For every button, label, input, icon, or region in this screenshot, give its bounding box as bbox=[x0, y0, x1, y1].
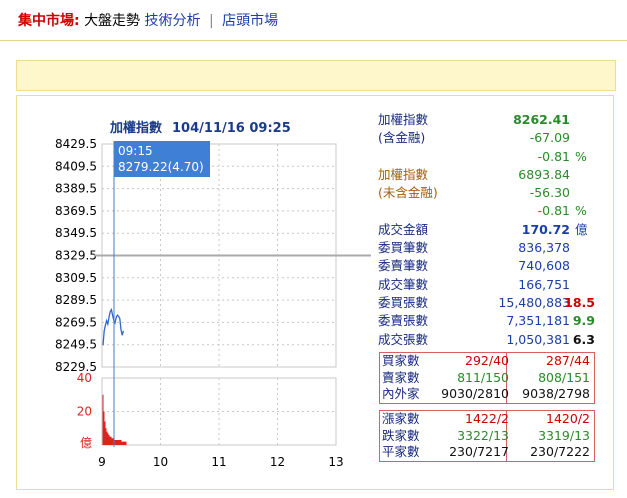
stat-label: 成交筆數 bbox=[378, 276, 429, 292]
stat-value: 8262.41 bbox=[513, 112, 570, 127]
count-label: 漲家數 bbox=[382, 411, 420, 426]
count-row: 跌家數 3322/13 3319/13 bbox=[380, 428, 594, 445]
stat-row: 委買張數 15,480,883 18.5 bbox=[375, 294, 600, 312]
count-value-current: 3322/13 bbox=[457, 427, 509, 443]
stat-row: -0.81% bbox=[375, 148, 600, 166]
volume-tick-label: 40 bbox=[77, 371, 92, 385]
y-tick-label: 8409.5 bbox=[55, 159, 97, 173]
x-tick-label: 10 bbox=[153, 455, 168, 469]
buy-sell-counts-table: 買家數 292/40 287/44 賣家數 811/150 808/151 內外家 9030/… bbox=[379, 352, 595, 404]
stat-ratio: 18.5 bbox=[564, 294, 595, 310]
count-value-previous: 287/44 bbox=[546, 353, 590, 368]
x-tick-label: 13 bbox=[328, 455, 343, 469]
stat-label: 成交張數 bbox=[378, 331, 429, 347]
stat-row: -0.81% bbox=[375, 202, 600, 220]
y-tick-label: 8249.5 bbox=[55, 338, 97, 352]
tooltip-time: 09:15 bbox=[118, 144, 153, 158]
y-tick-label: 8329.5 bbox=[55, 249, 97, 263]
count-value-previous: 230/7222 bbox=[530, 444, 590, 459]
x-tick-label: 11 bbox=[211, 455, 226, 469]
stat-unit: 億 bbox=[575, 221, 588, 237]
stat-label: 委賣筆數 bbox=[378, 258, 429, 274]
stat-row: 成交金額 170.72 億 bbox=[375, 221, 600, 239]
stat-label: (含金融) bbox=[378, 130, 426, 146]
count-value-previous: 9038/2798 bbox=[522, 386, 590, 401]
volume-tick-label: 億 bbox=[80, 436, 92, 450]
market-stats: 加權指數 8262.41 (含金融) -67.09 -0.81% 加權指數 6893.84(… bbox=[375, 111, 600, 349]
stat-value: 740,608 bbox=[518, 258, 570, 274]
stat-value: 6893.84 bbox=[518, 166, 570, 182]
stat-unit: % bbox=[575, 148, 587, 164]
stat-row: (未含金融) -56.30 bbox=[375, 184, 600, 202]
stat-value: 7,351,181 bbox=[506, 313, 570, 329]
stat-value: 170.72 bbox=[521, 221, 570, 237]
stat-row: 委賣筆數 740,608 bbox=[375, 257, 600, 275]
stat-value: -0.81 bbox=[537, 148, 570, 164]
count-value-current: 230/7217 bbox=[449, 444, 509, 459]
chart-tooltip: 09:15 8279.22(4.70) bbox=[114, 141, 210, 177]
tooltip-value: 8279.22(4.70) bbox=[118, 160, 204, 174]
stat-ratio: 9.9 bbox=[572, 313, 595, 329]
count-label: 跌家數 bbox=[382, 427, 420, 443]
stat-value: 1,050,381 bbox=[506, 331, 570, 347]
count-row: 賣家數 811/150 808/151 bbox=[380, 370, 594, 387]
count-value-previous: 3319/13 bbox=[538, 427, 590, 443]
count-label: 買家數 bbox=[382, 353, 420, 368]
stat-label: 加權指數 bbox=[378, 166, 429, 182]
y-tick-label: 8389.5 bbox=[55, 182, 97, 196]
stat-row: 委賣張數 7,351,181 9.9 bbox=[375, 312, 600, 330]
stat-row: 加權指數 6893.84 bbox=[375, 166, 600, 184]
stat-row: (含金融) -67.09 bbox=[375, 129, 600, 147]
stat-ratio: 6.3 bbox=[572, 331, 595, 347]
stat-row: 成交筆數 166,751 bbox=[375, 276, 600, 294]
stat-label: 委買筆數 bbox=[378, 240, 429, 256]
count-value-previous: 1420/2 bbox=[546, 411, 590, 426]
stat-row: 成交張數 1,050,381 6.3 bbox=[375, 331, 600, 349]
count-value-current: 1422/2 bbox=[465, 411, 509, 426]
count-label: 平家數 bbox=[382, 444, 420, 459]
count-value-previous: 808/151 bbox=[538, 369, 590, 385]
y-tick-label: 8429.5 bbox=[55, 137, 97, 151]
count-row: 內外家 9030/2810 9038/2798 bbox=[380, 386, 594, 403]
stat-row: 委買筆數 836,378 bbox=[375, 239, 600, 257]
count-value-current: 9030/2810 bbox=[441, 386, 509, 401]
stat-label: (未含金融) bbox=[378, 185, 438, 201]
volume-tick-label: 20 bbox=[77, 405, 92, 419]
price-line bbox=[102, 307, 125, 346]
stat-row: 加權指數 8262.41 bbox=[375, 111, 600, 129]
count-row: 平家數 230/7217 230/7222 bbox=[380, 444, 594, 461]
stat-value: 166,751 bbox=[518, 276, 570, 292]
stat-value: -56.30 bbox=[529, 185, 570, 201]
y-tick-label: 8369.5 bbox=[55, 204, 97, 218]
advance-decline-table: 漲家數 1422/2 1420/2 跌家數 3322/13 3319/13 平家數 230/7… bbox=[379, 410, 595, 462]
stat-value: -67.09 bbox=[529, 130, 570, 146]
stat-label: 委買張數 bbox=[378, 294, 429, 310]
count-row: 買家數 292/40 287/44 bbox=[380, 353, 594, 370]
stat-value: 836,378 bbox=[518, 240, 570, 256]
y-tick-label: 8289.5 bbox=[55, 293, 97, 307]
stat-unit: % bbox=[575, 203, 587, 219]
x-tick-label: 12 bbox=[270, 455, 285, 469]
x-tick-label: 9 bbox=[98, 455, 106, 469]
count-row: 漲家數 1422/2 1420/2 bbox=[380, 411, 594, 428]
stat-label: 委賣張數 bbox=[378, 313, 429, 329]
count-value-current: 811/150 bbox=[457, 369, 509, 385]
stat-value: -0.81 bbox=[537, 203, 570, 219]
stat-label: 成交金額 bbox=[378, 221, 429, 237]
count-value-current: 292/40 bbox=[465, 353, 509, 368]
stat-value: 15,480,883 bbox=[498, 294, 570, 310]
stat-label: 加權指數 bbox=[378, 112, 429, 127]
y-tick-label: 8309.5 bbox=[55, 271, 97, 285]
y-tick-label: 8349.5 bbox=[55, 226, 97, 240]
count-label: 內外家 bbox=[382, 386, 420, 401]
y-tick-label: 8269.5 bbox=[55, 315, 97, 329]
count-label: 賣家數 bbox=[382, 369, 420, 385]
